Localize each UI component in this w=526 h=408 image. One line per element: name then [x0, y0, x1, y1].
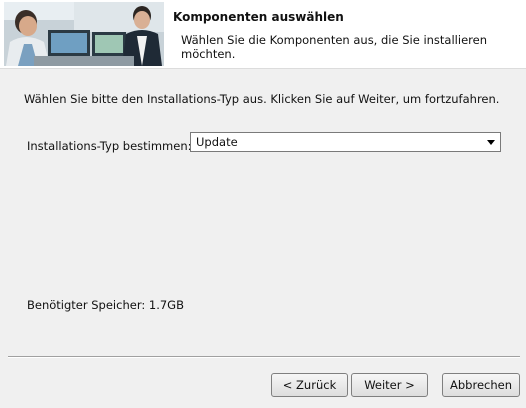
- next-button[interactable]: Weiter >: [351, 373, 428, 397]
- page-title: Komponenten auswählen: [173, 10, 344, 24]
- cancel-button[interactable]: Abbrechen: [442, 373, 520, 397]
- footer-divider: [8, 356, 520, 358]
- wizard-header: Komponenten auswählen Wählen Sie die Kom…: [0, 0, 526, 68]
- page-subtitle: Wählen Sie die Komponenten aus, die Sie …: [181, 33, 487, 61]
- header-divider: [0, 68, 526, 69]
- install-type-dropdown[interactable]: Update: [190, 132, 501, 152]
- header-banner-image: [4, 2, 164, 66]
- instruction-text: Wählen Sie bitte den Installations-Typ a…: [24, 92, 500, 106]
- install-type-value: Update: [196, 135, 238, 149]
- space-required-text: Benötigter Speicher: 1.7GB: [27, 298, 184, 312]
- dropdown-arrow-icon[interactable]: [487, 140, 495, 145]
- install-type-label: Installations-Typ bestimmen:: [27, 139, 192, 153]
- back-button[interactable]: < Zurück: [271, 373, 348, 397]
